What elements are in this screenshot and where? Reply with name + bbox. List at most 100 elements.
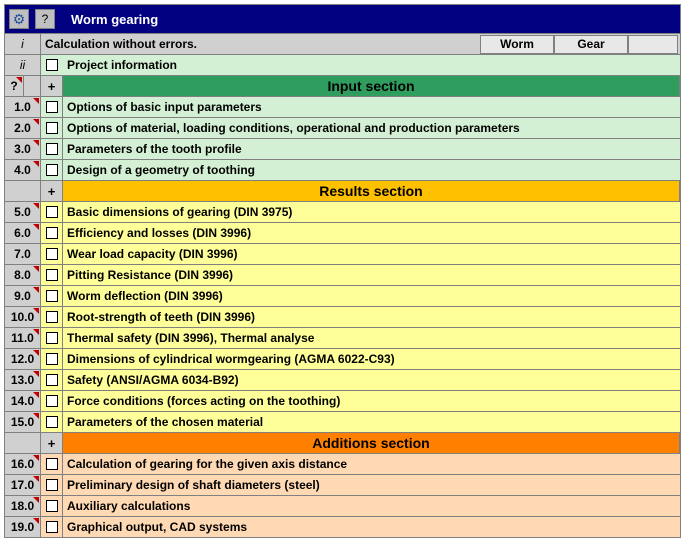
results-row[interactable]: 6.0 Efficiency and losses (DIN 3996)	[5, 222, 680, 243]
row-checkbox[interactable]	[46, 500, 58, 512]
row-number: 2.0	[5, 118, 41, 138]
checkbox-cell	[41, 517, 63, 537]
row-number: 14.0	[5, 391, 41, 411]
checkbox-cell	[41, 496, 63, 516]
row-checkbox[interactable]	[46, 416, 58, 428]
app-icon[interactable]: ⚙	[9, 9, 29, 29]
row-number: 4.0	[5, 160, 41, 180]
row-number: 11.0	[5, 328, 41, 348]
row-number: 16.0	[5, 454, 41, 474]
additions-row[interactable]: 16.0 Calculation of gearing for the give…	[5, 453, 680, 474]
results-row[interactable]: 5.0 Basic dimensions of gearing (DIN 397…	[5, 201, 680, 222]
checkbox-cell	[41, 307, 63, 327]
checkbox-cell	[41, 328, 63, 348]
row-checkbox[interactable]	[46, 122, 58, 134]
row-checkbox[interactable]	[46, 248, 58, 260]
row-number: 7.0	[5, 244, 41, 264]
section-toggle[interactable]: +	[41, 433, 63, 453]
results-row[interactable]: 14.0 Force conditions (forces acting on …	[5, 390, 680, 411]
section-title: Results section	[63, 181, 680, 201]
checkbox-cell	[41, 412, 63, 432]
row-checkbox[interactable]	[46, 395, 58, 407]
results-row[interactable]: 7.0 Wear load capacity (DIN 3996)	[5, 243, 680, 264]
results-row[interactable]: 8.0 Pitting Resistance (DIN 3996)	[5, 264, 680, 285]
input-row[interactable]: 4.0 Design of a geometry of toothing	[5, 159, 680, 180]
checkbox-cell	[41, 118, 63, 138]
tabs-container: Worm Gear	[480, 35, 678, 54]
row-number: 5.0	[5, 202, 41, 222]
status-row: i Calculation without errors. Worm Gear	[5, 33, 680, 54]
row-label: Preliminary design of shaft diameters (s…	[63, 475, 680, 495]
row-number: ii	[5, 55, 41, 75]
row-checkbox[interactable]	[46, 290, 58, 302]
row-number: 1.0	[5, 97, 41, 117]
additions-row[interactable]: 18.0 Auxiliary calculations	[5, 495, 680, 516]
row-label: Auxiliary calculations	[63, 496, 680, 516]
input-section-header: ? + Input section	[5, 75, 680, 96]
section-toggle[interactable]: +	[41, 76, 63, 96]
project-checkbox[interactable]	[46, 59, 58, 71]
tab-worm[interactable]: Worm	[480, 35, 554, 54]
row-label: Pitting Resistance (DIN 3996)	[63, 265, 680, 285]
checkbox-cell	[41, 139, 63, 159]
results-row[interactable]: 11.0 Thermal safety (DIN 3996), Thermal …	[5, 327, 680, 348]
tab-gear[interactable]: Gear	[554, 35, 628, 54]
row-number: 13.0	[5, 370, 41, 390]
row-label: Safety (ANSI/AGMA 6034-B92)	[63, 370, 680, 390]
row-label: Options of basic input parameters	[63, 97, 680, 117]
section-help[interactable]: ?	[5, 76, 24, 96]
row-checkbox[interactable]	[46, 374, 58, 386]
project-info-row: ii Project information	[5, 54, 680, 75]
row-checkbox[interactable]	[46, 521, 58, 533]
checkbox-cell	[41, 265, 63, 285]
row-number: 3.0	[5, 139, 41, 159]
input-row[interactable]: 2.0 Options of material, loading conditi…	[5, 117, 680, 138]
row-checkbox[interactable]	[46, 458, 58, 470]
input-row[interactable]: 3.0 Parameters of the tooth profile	[5, 138, 680, 159]
row-number: 8.0	[5, 265, 41, 285]
additions-row[interactable]: 17.0 Preliminary design of shaft diamete…	[5, 474, 680, 495]
row-label: Calculation of gearing for the given axi…	[63, 454, 680, 474]
row-checkbox[interactable]	[46, 164, 58, 176]
row-checkbox[interactable]	[46, 143, 58, 155]
input-row[interactable]: 1.0 Options of basic input parameters	[5, 96, 680, 117]
row-label: Parameters of the chosen material	[63, 412, 680, 432]
section-title: Additions section	[63, 433, 680, 453]
row-number: 9.0	[5, 286, 41, 306]
checkbox-cell	[41, 349, 63, 369]
results-row[interactable]: 15.0 Parameters of the chosen material	[5, 411, 680, 432]
project-label: Project information	[63, 55, 680, 75]
checkbox-cell	[41, 160, 63, 180]
row-checkbox[interactable]	[46, 479, 58, 491]
results-section-header: + Results section	[5, 180, 680, 201]
status-cell: Calculation without errors. Worm Gear	[41, 34, 680, 54]
row-label: Root-strength of teeth (DIN 3996)	[63, 307, 680, 327]
checkbox-cell	[41, 202, 63, 222]
row-checkbox[interactable]	[46, 353, 58, 365]
title-bar: ⚙ ? Worm gearing	[5, 5, 680, 33]
row-number: 15.0	[5, 412, 41, 432]
help-button[interactable]: ?	[35, 9, 55, 29]
row-checkbox[interactable]	[46, 227, 58, 239]
results-row[interactable]: 10.0 Root-strength of teeth (DIN 3996)	[5, 306, 680, 327]
row-checkbox[interactable]	[46, 311, 58, 323]
row-checkbox[interactable]	[46, 101, 58, 113]
row-label: Force conditions (forces acting on the t…	[63, 391, 680, 411]
section-blank	[5, 433, 41, 453]
gear-icon: ⚙	[13, 11, 26, 28]
row-number: 18.0	[5, 496, 41, 516]
tab-empty[interactable]	[628, 35, 678, 54]
row-label: Wear load capacity (DIN 3996)	[63, 244, 680, 264]
row-label: Thermal safety (DIN 3996), Thermal analy…	[63, 328, 680, 348]
section-toggle[interactable]: +	[41, 181, 63, 201]
results-row[interactable]: 12.0 Dimensions of cylindrical wormgeari…	[5, 348, 680, 369]
additions-section-header: + Additions section	[5, 432, 680, 453]
additions-row[interactable]: 19.0 Graphical output, CAD systems	[5, 516, 680, 537]
row-checkbox[interactable]	[46, 206, 58, 218]
results-row[interactable]: 13.0 Safety (ANSI/AGMA 6034-B92)	[5, 369, 680, 390]
row-checkbox[interactable]	[46, 332, 58, 344]
results-row[interactable]: 9.0 Worm deflection (DIN 3996)	[5, 285, 680, 306]
row-label: Dimensions of cylindrical wormgearing (A…	[63, 349, 680, 369]
row-label: Design of a geometry of toothing	[63, 160, 680, 180]
row-checkbox[interactable]	[46, 269, 58, 281]
